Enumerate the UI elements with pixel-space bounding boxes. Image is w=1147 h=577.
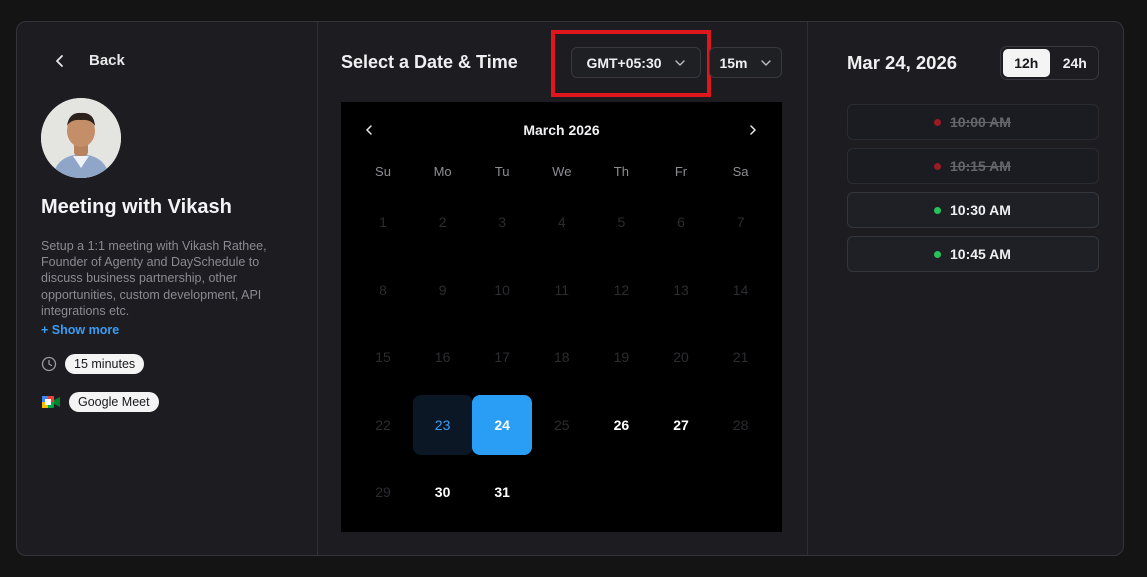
clock-icon — [41, 356, 57, 372]
calendar-day-20: 20 — [673, 349, 689, 365]
calendar-day-26[interactable]: 26 — [591, 395, 651, 455]
format-12h-button[interactable]: 12h — [1003, 49, 1050, 77]
calendar-day-11: 11 — [554, 281, 570, 298]
calendar-day-24[interactable]: 24 — [472, 394, 533, 455]
calendar-day-23[interactable]: 23 — [412, 394, 473, 455]
status-dot — [934, 162, 941, 170]
weekday-header: Th — [613, 164, 629, 179]
selected-date-title: Mar 24, 2026 — [847, 52, 958, 73]
calendar-day-5: 5 — [617, 214, 626, 230]
calendar-day-19: 19 — [613, 349, 630, 365]
chevron-right-icon — [750, 125, 756, 135]
weekday-header: Fr — [674, 164, 688, 179]
location-badge: Google Meet — [69, 392, 159, 412]
timezone-highlight-box — [551, 30, 711, 97]
status-dot — [934, 250, 941, 258]
google-meet-icon — [42, 396, 60, 408]
calendar-day-7: 7 — [736, 214, 745, 230]
weekday-header: We — [552, 164, 572, 179]
left-divider — [317, 22, 318, 555]
show-more-link[interactable]: + Show more — [41, 323, 119, 337]
calendar-day-15: 15 — [375, 349, 391, 365]
booking-card: Back Meeting with Vikash Setup a 1:1 mee… — [16, 21, 1124, 556]
duration-row: 15 minutes — [41, 354, 145, 374]
calendar-day-3: 3 — [498, 214, 507, 230]
calendar-day-9: 9 — [438, 281, 447, 298]
weekday-header: Tu — [494, 164, 510, 179]
status-dot — [934, 118, 941, 126]
back-button[interactable]: Back — [53, 52, 125, 69]
calendar-day-14: 14 — [732, 281, 749, 298]
calendar: March 2026 Su Mo Tu We Th Fr Sa 1 2 3 4 5 6 7 8 9 10 11 12… — [341, 102, 782, 532]
calendar-day-25: 25 — [554, 416, 570, 433]
weekday-header: Mo — [433, 164, 452, 179]
calendar-day-30[interactable]: 30 — [413, 462, 473, 522]
time-slot-booked: 10:00 AM — [847, 104, 1099, 140]
location-row: Google Meet — [41, 392, 159, 412]
calendar-day-12: 12 — [613, 281, 630, 298]
calendar-day-1: 1 — [379, 214, 387, 230]
calendar-day-21: 21 — [732, 349, 749, 365]
duration-badge: 15 minutes — [65, 354, 145, 374]
back-label: Back — [89, 52, 125, 69]
right-divider — [807, 22, 808, 555]
duration-value: 15m — [719, 54, 748, 71]
chevron-down-icon — [760, 59, 771, 66]
month-label: March 2026 — [523, 122, 600, 138]
calendar-day-27[interactable]: 27 — [651, 395, 711, 455]
time-slot-label: 10:15 AM — [950, 158, 1011, 174]
calendar-day-28: 28 — [732, 416, 749, 433]
status-dot — [934, 206, 941, 214]
time-slot-label: 10:45 AM — [950, 246, 1011, 262]
calendar-day-16: 16 — [434, 349, 451, 365]
section-title: Select a Date & Time — [341, 52, 518, 72]
calendar-day-10: 10 — [494, 281, 510, 298]
calendar-day-13: 13 — [673, 281, 689, 298]
duration-dropdown[interactable]: 15m — [709, 47, 782, 78]
calendar-day-4: 4 — [557, 214, 566, 230]
calendar-day-29: 29 — [375, 484, 391, 500]
meeting-description: Setup a 1:1 meeting with Vikash Rathee, … — [41, 239, 267, 318]
next-month-button[interactable] — [743, 120, 763, 140]
weekday-header: Su — [375, 164, 391, 179]
calendar-day-31[interactable]: 31 — [472, 462, 532, 522]
calendar-day-8: 8 — [379, 281, 387, 298]
time-slot-label: 10:00 AM — [950, 114, 1011, 130]
calendar-day-6: 6 — [677, 214, 685, 230]
time-format-toggle: 12h 24h — [1000, 46, 1099, 80]
time-slot-label: 10:30 AM — [950, 202, 1011, 218]
time-slot-available[interactable]: 10:30 AM — [847, 192, 1099, 228]
weekday-header: Sa — [732, 164, 749, 179]
calendar-day-18: 18 — [554, 349, 570, 365]
host-avatar — [41, 98, 121, 178]
chevron-left-icon — [56, 54, 63, 67]
time-slot-booked: 10:15 AM — [847, 148, 1099, 184]
format-24h-button[interactable]: 24h — [1052, 47, 1099, 79]
calendar-day-17: 17 — [494, 349, 510, 365]
time-slot-available[interactable]: 10:45 AM — [847, 236, 1099, 272]
calendar-day-22: 22 — [375, 416, 391, 433]
meeting-title: Meeting with Vikash — [41, 196, 232, 218]
calendar-day-2: 2 — [438, 214, 447, 230]
